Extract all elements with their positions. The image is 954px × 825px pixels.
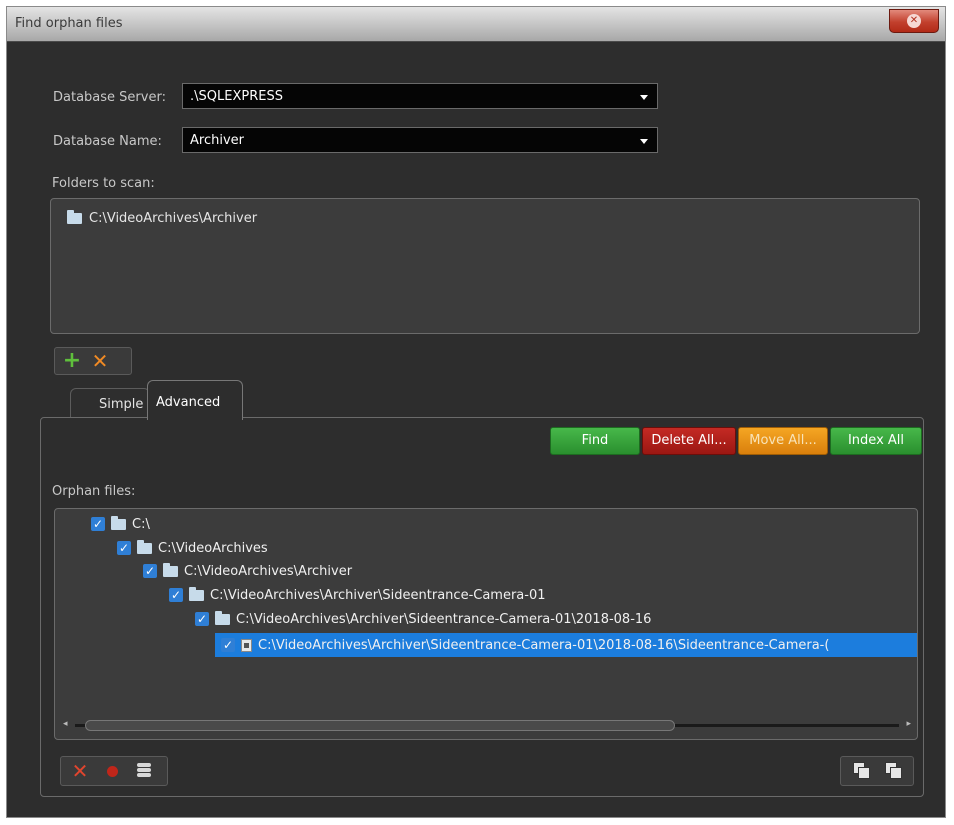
folder-icon: [189, 586, 204, 601]
scroll-thumb[interactable]: [85, 720, 675, 731]
close-icon: ✕: [907, 14, 921, 28]
scroll-right-icon[interactable]: ▸: [906, 719, 911, 729]
tab-advanced-label: Advanced: [156, 395, 221, 410]
window-title: Find orphan files: [15, 16, 123, 31]
db-server-combo[interactable]: .\SQLEXPRESS: [182, 83, 658, 109]
collapse-all-icon: [885, 762, 903, 780]
orphan-tree[interactable]: ✓ C:\ ✓ C:\VideoArchives ✓ C:\VideoArchi…: [54, 508, 918, 740]
close-icon: ✕: [91, 349, 109, 373]
chevron-down-icon: [640, 139, 648, 144]
tree-node[interactable]: ✓ C:\: [91, 513, 150, 535]
checkbox[interactable]: ✓: [91, 517, 105, 531]
orphan-toolbar: ✕: [60, 756, 168, 786]
db-name-label: Database Name:: [53, 134, 162, 149]
tree-node-selected[interactable]: ✓ C:\VideoArchives\Archiver\Sideentrance…: [221, 634, 829, 656]
folder-icon: [67, 210, 82, 224]
tree-node[interactable]: ✓ C:\VideoArchives\Archiver\Sideentrance…: [169, 584, 546, 606]
delete-all-button[interactable]: Delete All...: [642, 427, 736, 455]
title-bar: Find orphan files ✕: [7, 7, 945, 42]
tree-toolbar: [840, 756, 914, 786]
db-name-value: Archiver: [190, 133, 244, 148]
close-icon: ✕: [71, 759, 89, 783]
tree-node-label: C:\: [132, 516, 150, 532]
tree-node-label: C:\VideoArchives\Archiver: [184, 563, 353, 579]
checkbox[interactable]: ✓: [195, 612, 209, 626]
folder-icon: [163, 562, 178, 577]
add-folder-button[interactable]: +: [61, 350, 83, 372]
folder-icon: [111, 515, 126, 530]
collapse-all-button[interactable]: [883, 760, 905, 782]
tree-node-label: C:\VideoArchives\Archiver\Sideentrance-C…: [236, 611, 652, 627]
db-server-label: Database Server:: [53, 90, 166, 105]
move-selected-button[interactable]: [101, 760, 123, 782]
horizontal-scrollbar[interactable]: ◂ ▸: [63, 719, 911, 733]
checkbox[interactable]: ✓: [143, 564, 157, 578]
checkbox[interactable]: ✓: [117, 541, 131, 555]
index-selected-button[interactable]: [133, 760, 155, 782]
db-name-combo[interactable]: Archiver: [182, 127, 658, 153]
tree-node[interactable]: ✓ C:\VideoArchives: [117, 537, 268, 559]
tab-simple-label: Simple: [99, 397, 144, 412]
database-icon: [137, 763, 151, 779]
tree-node-label: C:\VideoArchives\Archiver\Sideentrance-C…: [258, 637, 830, 653]
tab-simple[interactable]: Simple: [70, 388, 150, 418]
scroll-left-icon[interactable]: ◂: [63, 719, 68, 729]
folder-path: C:\VideoArchives\Archiver: [89, 211, 258, 226]
remove-folder-button[interactable]: ✕: [89, 350, 111, 372]
move-all-button[interactable]: Move All...: [738, 427, 828, 455]
plus-icon: +: [62, 348, 82, 373]
checkbox[interactable]: ✓: [169, 588, 183, 602]
record-icon: [106, 765, 118, 777]
folders-toolbar: + ✕: [54, 347, 132, 375]
chevron-down-icon: [640, 95, 648, 100]
folders-list[interactable]: C:\VideoArchives\Archiver: [50, 198, 920, 334]
tree-node-label: C:\VideoArchives: [158, 540, 268, 556]
tab-advanced[interactable]: Advanced: [147, 380, 243, 420]
tree-node[interactable]: ✓ C:\VideoArchives\Archiver: [143, 560, 352, 582]
find-button[interactable]: Find: [550, 427, 640, 455]
db-server-value: .\SQLEXPRESS: [190, 89, 283, 104]
close-button[interactable]: ✕: [889, 9, 939, 33]
delete-selected-button[interactable]: ✕: [69, 760, 91, 782]
list-item[interactable]: C:\VideoArchives\Archiver: [67, 210, 258, 226]
expand-all-icon: [853, 762, 871, 780]
tree-node[interactable]: ✓ C:\VideoArchives\Archiver\Sideentrance…: [195, 608, 651, 630]
file-icon: [241, 638, 252, 652]
checkbox[interactable]: ✓: [221, 638, 235, 652]
folder-icon: [137, 539, 152, 554]
index-all-button[interactable]: Index All: [830, 427, 922, 455]
folders-label: Folders to scan:: [52, 176, 155, 191]
tree-node-label: C:\VideoArchives\Archiver\Sideentrance-C…: [210, 587, 546, 603]
orphan-files-label: Orphan files:: [52, 484, 136, 499]
expand-all-button[interactable]: [851, 760, 873, 782]
folder-icon: [215, 610, 230, 625]
